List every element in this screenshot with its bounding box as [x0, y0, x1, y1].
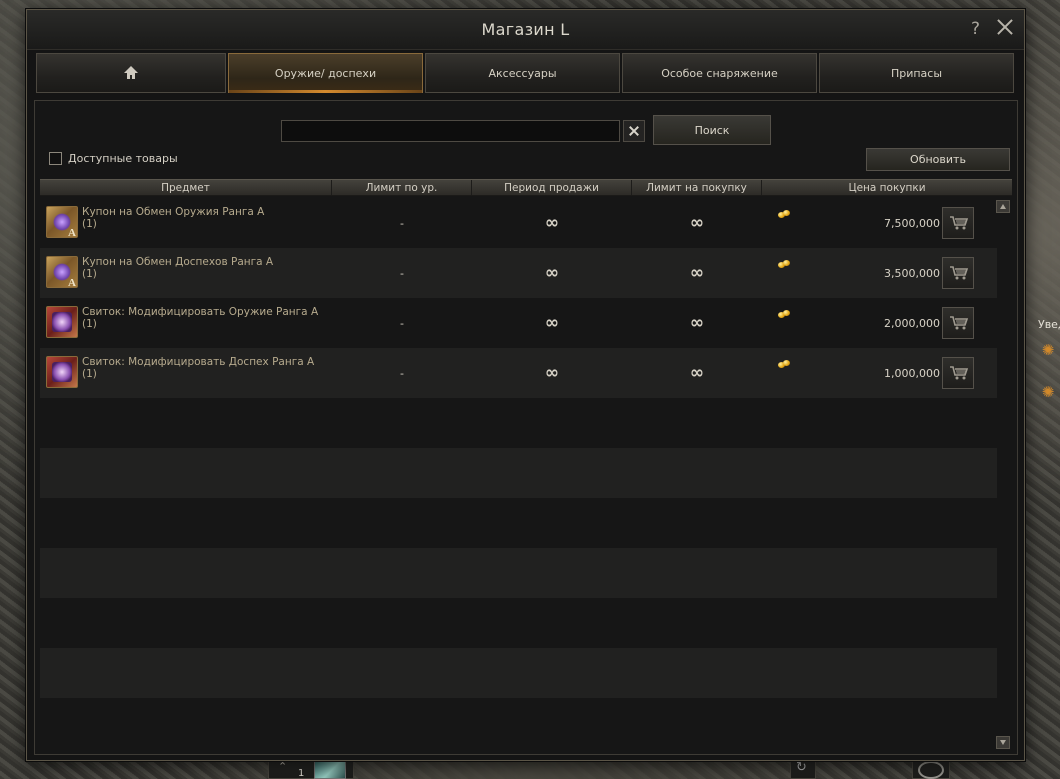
- purchase-limit: ∞: [689, 263, 705, 283]
- item-price: 1,000,000: [884, 366, 940, 380]
- column-header-level-limit[interactable]: Лимит по ур.: [332, 180, 472, 195]
- tab-special-gear[interactable]: Особое снаряжение: [622, 53, 817, 93]
- shopping-cart-icon: [950, 366, 969, 380]
- tab-label: Особое снаряжение: [661, 66, 778, 80]
- rotate-icon[interactable]: ↻: [796, 760, 807, 775]
- title-bar[interactable]: Магазин L ?: [27, 10, 1024, 50]
- search-button[interactable]: Поиск: [653, 115, 771, 145]
- shopping-cart-icon: [950, 216, 969, 230]
- column-header-purchase-limit[interactable]: Лимит на покупку: [632, 180, 762, 195]
- scroll-down-button[interactable]: [996, 736, 1010, 749]
- level-limit: -: [400, 316, 404, 330]
- column-header-item[interactable]: Предмет: [40, 180, 332, 195]
- search-input[interactable]: [281, 120, 620, 142]
- level-limit: -: [400, 366, 404, 380]
- available-label: Доступные товары: [68, 152, 178, 165]
- level-limit: -: [400, 216, 404, 230]
- available-checkbox[interactable]: [49, 152, 62, 165]
- bottom-hotbar: [0, 760, 1060, 779]
- tab-label: Оружие/ доспехи: [274, 66, 377, 80]
- sale-period: ∞: [544, 363, 560, 383]
- item-list: Купон на Обмен Оружия Ранга А (1) - ∞ ∞ …: [40, 198, 997, 398]
- table-header: Предмет Лимит по ур. Период продажи Лими…: [40, 179, 1012, 196]
- tab-label: Аксессуары: [488, 66, 557, 80]
- item-name: Купон на Обмен Доспехов Ранга А: [82, 256, 274, 268]
- buy-cart-button[interactable]: [942, 257, 974, 289]
- purchase-limit: ∞: [689, 363, 705, 383]
- tab-supplies[interactable]: Припасы: [819, 53, 1014, 93]
- table-row[interactable]: Купон на Обмен Доспехов Ранга А (1) - ∞ …: [40, 248, 997, 298]
- level-limit: -: [400, 266, 404, 280]
- hotbar-item-icon[interactable]: [314, 760, 346, 779]
- buff-icon[interactable]: ✺: [1040, 342, 1056, 358]
- table-row[interactable]: Свиток: Модифицировать Оружие Ранга А (1…: [40, 298, 997, 348]
- scroll-up-button[interactable]: [996, 200, 1010, 213]
- window-title: Магазин L: [481, 20, 570, 39]
- home-icon: [124, 66, 138, 80]
- shop-window: Магазин L ? Оружие/ доспехи Аксессуары О…: [26, 9, 1025, 761]
- shopping-cart-icon: [950, 316, 969, 330]
- buy-cart-button[interactable]: [942, 307, 974, 339]
- item-count: (1): [82, 218, 97, 230]
- item-name: Купон на Обмен Оружия Ранга А: [82, 206, 265, 218]
- refresh-button[interactable]: Обновить: [866, 148, 1010, 171]
- buy-cart-button[interactable]: [942, 357, 974, 389]
- gold-coin-icon: [778, 260, 791, 269]
- item-price: 3,500,000: [884, 266, 940, 280]
- buy-cart-button[interactable]: [942, 207, 974, 239]
- tab-home[interactable]: [36, 53, 226, 93]
- expand-up-icon[interactable]: ⌃: [278, 760, 287, 773]
- buff-icon[interactable]: ✺: [1040, 384, 1056, 400]
- column-header-sale-period[interactable]: Период продажи: [472, 180, 632, 195]
- item-count: (1): [82, 268, 97, 280]
- item-name: Свиток: Модифицировать Доспех Ранга А: [82, 356, 315, 368]
- weapon-scroll-icon[interactable]: [46, 306, 78, 338]
- table-row[interactable]: Свиток: Модифицировать Доспех Ранга А (1…: [40, 348, 997, 398]
- menu-knot-icon[interactable]: [918, 761, 944, 779]
- item-count: (1): [82, 318, 97, 330]
- table-row[interactable]: Купон на Обмен Оружия Ранга А (1) - ∞ ∞ …: [40, 198, 997, 248]
- empty-row: [40, 648, 997, 698]
- sale-period: ∞: [544, 313, 560, 333]
- purchase-limit: ∞: [689, 213, 705, 233]
- item-name: Свиток: Модифицировать Оружие Ранга А: [82, 306, 319, 318]
- purchase-limit: ∞: [689, 313, 705, 333]
- help-button[interactable]: ?: [971, 19, 980, 39]
- sale-period: ∞: [544, 263, 560, 283]
- item-price: 7,500,000: [884, 216, 940, 230]
- scrollbar[interactable]: [996, 198, 1010, 748]
- gold-coin-icon: [778, 310, 791, 319]
- available-filter[interactable]: Доступные товары: [49, 152, 178, 165]
- gold-coin-icon: [778, 360, 791, 369]
- item-price: 2,000,000: [884, 316, 940, 330]
- shop-content: Поиск Доступные товары Обновить Предмет …: [34, 100, 1018, 755]
- armor-coupon-icon[interactable]: [46, 256, 78, 289]
- clear-search-button[interactable]: [623, 120, 645, 142]
- empty-row: [40, 448, 997, 498]
- close-button[interactable]: [994, 16, 1016, 38]
- weapon-coupon-icon[interactable]: [46, 206, 78, 239]
- tab-accessories[interactable]: Аксессуары: [425, 53, 620, 93]
- gold-coin-icon: [778, 210, 791, 219]
- armor-scroll-icon[interactable]: [46, 356, 78, 388]
- category-tabs: Оружие/ доспехи Аксессуары Особое снаряж…: [36, 53, 1015, 93]
- sale-period: ∞: [544, 213, 560, 233]
- empty-row: [40, 548, 997, 598]
- tab-label: Припасы: [890, 66, 943, 80]
- item-count: (1): [82, 368, 97, 380]
- shopping-cart-icon: [950, 266, 969, 280]
- notification-label: Увед: [1038, 318, 1060, 331]
- tab-weapons-armor[interactable]: Оружие/ доспехи: [228, 53, 423, 93]
- column-header-price[interactable]: Цена покупки: [762, 180, 1012, 195]
- hotbar-slot-number: 1: [298, 768, 305, 779]
